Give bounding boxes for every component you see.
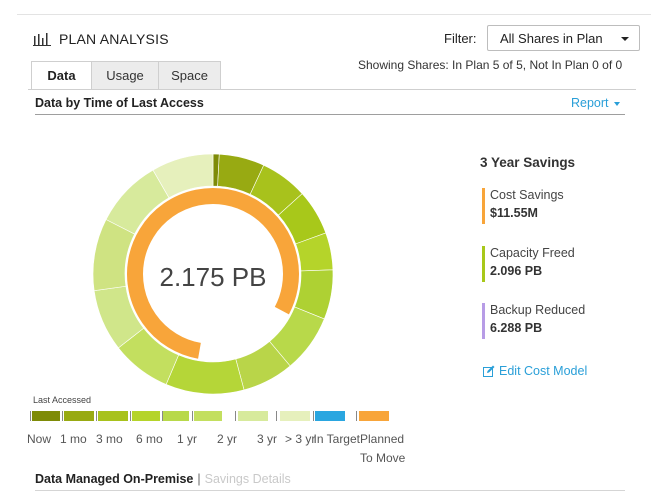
section-title: Data by Time of Last Access	[35, 96, 204, 110]
legend-swatch	[194, 411, 222, 421]
tab-data-managed-on-premise[interactable]: Data Managed On-Premise	[35, 472, 193, 486]
backup-reduced-color-bar	[482, 303, 485, 339]
donut-center-value: 2.175 PB	[159, 262, 267, 292]
legend-divider	[30, 411, 31, 421]
legend-label: 3 mo	[96, 432, 123, 446]
legend-swatch	[132, 411, 160, 421]
legend-swatch	[315, 411, 345, 421]
legend-divider	[235, 411, 236, 421]
legend-swatch	[32, 411, 60, 421]
cost-savings-label: Cost Savings	[490, 188, 564, 202]
legend-label: 3 yr	[257, 432, 278, 446]
capacity-freed-color-bar	[482, 246, 485, 282]
filter-select-value: All Shares in Plan	[500, 31, 603, 46]
tab-space[interactable]: Space	[158, 61, 221, 89]
tab-data[interactable]: Data	[31, 61, 92, 90]
savings-title: 3 Year Savings	[480, 155, 576, 170]
tab-bar: Data Usage Space	[31, 61, 221, 90]
page-title: PLAN ANALYSIS	[59, 31, 169, 47]
tab-separator: |	[197, 472, 201, 486]
legend-divider	[276, 411, 277, 421]
legend-swatch	[359, 411, 389, 421]
legend-divider	[130, 411, 131, 421]
tab-savings-details[interactable]: Savings Details	[205, 472, 291, 486]
capacity-freed-value: 2.096 PB	[490, 264, 543, 278]
section-divider	[35, 114, 625, 115]
cost-savings-color-bar	[482, 188, 485, 224]
showing-shares-text: Showing Shares: In Plan 5 of 5, Not In P…	[358, 58, 623, 72]
filter-label: Filter:	[444, 31, 477, 46]
bar-chart-icon	[33, 33, 51, 46]
report-dropdown[interactable]: Report	[571, 96, 620, 110]
capacity-freed-label: Capacity Freed	[490, 246, 575, 260]
bottom-divider	[35, 490, 625, 491]
legend-swatch	[98, 411, 128, 421]
cost-savings-value: $11.55M	[490, 206, 538, 220]
legend-label: 6 mo	[136, 432, 163, 446]
filter-select[interactable]: All Shares in Plan	[487, 25, 640, 51]
legend-title: Last Accessed	[33, 395, 92, 405]
legend-swatch	[163, 411, 189, 421]
edit-cost-model-label: Edit Cost Model	[499, 364, 588, 378]
caret-down-icon	[621, 37, 629, 41]
edit-icon	[483, 365, 495, 377]
legend-divider	[96, 411, 97, 421]
legend-divider	[192, 411, 193, 421]
legend-label: In Target	[313, 432, 360, 446]
backup-reduced-label: Backup Reduced	[490, 303, 586, 317]
plan-analysis-header: PLAN ANALYSIS	[33, 31, 169, 47]
legend-label: 2 yr	[217, 432, 238, 446]
caret-down-icon	[613, 101, 620, 106]
backup-reduced-stat: Backup Reduced 6.288 PB	[482, 303, 585, 343]
edit-cost-model-link[interactable]: Edit Cost Model	[483, 364, 587, 378]
legend-swatch	[64, 411, 94, 421]
legend-label: Planned To Move	[360, 432, 406, 465]
donut-segment-9[interactable]	[165, 354, 245, 395]
legend-swatch	[280, 411, 310, 421]
legend-divider	[356, 411, 357, 421]
bottom-tabs: Data Managed On-Premise | Savings Details	[35, 472, 291, 486]
legend-label: 1 mo	[60, 432, 87, 446]
legend-label: Now	[27, 432, 52, 446]
capacity-freed-stat: Capacity Freed 2.096 PB	[482, 246, 575, 286]
report-label: Report	[571, 96, 609, 110]
backup-reduced-value: 6.288 PB	[490, 321, 543, 335]
legend-divider	[62, 411, 63, 421]
legend-swatch	[238, 411, 268, 421]
legend-label: 1 yr	[177, 432, 198, 446]
cost-savings-stat: Cost Savings $11.55M	[482, 188, 564, 228]
tab-usage[interactable]: Usage	[91, 61, 159, 89]
legend-divider	[313, 411, 314, 421]
